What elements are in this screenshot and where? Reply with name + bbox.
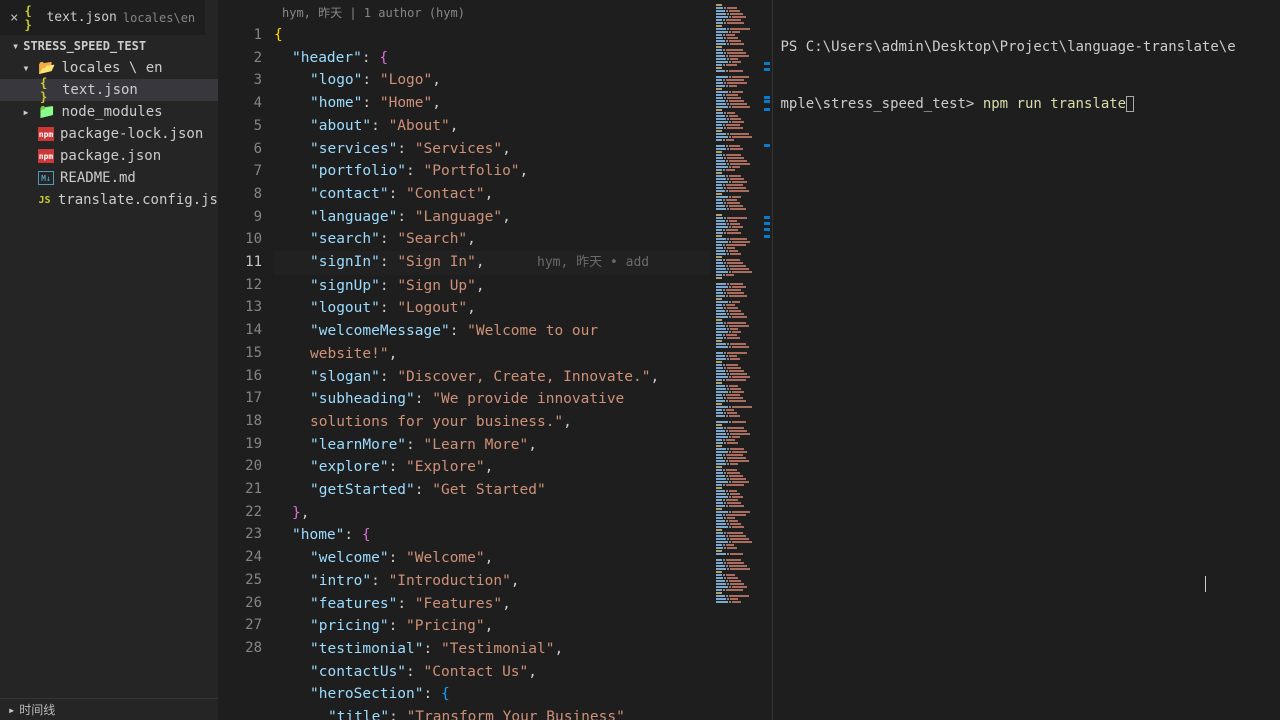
tree-file-package[interactable]: npm package.json [0, 145, 218, 167]
minimap[interactable] [710, 0, 758, 720]
cursor-block [1126, 96, 1134, 112]
code-content[interactable]: {"header": {"logo": "Logo","home": "Home… [274, 24, 710, 720]
tab-filename: text.json [46, 10, 116, 25]
chevron-right-icon [8, 703, 15, 717]
chevron-down-icon [20, 61, 32, 75]
terminal-command: npm run translate [983, 96, 1126, 112]
tree-label: package-lock.json [60, 126, 203, 142]
overview-ruler[interactable] [758, 0, 772, 720]
tree-file-text-json[interactable]: { } text.json [0, 79, 218, 101]
editor-tab[interactable]: × { } text.json locales\en [0, 0, 205, 35]
tree-file-translate-config[interactable]: JS translate.config.js [0, 189, 218, 211]
gutter: 1234567891011121314151617181920212223242… [218, 24, 274, 720]
json-icon: { } [24, 10, 40, 26]
tree-file-readme[interactable]: M↓ README.md [0, 167, 218, 189]
folder-icon: 📂 [38, 60, 55, 76]
chevron-down-icon [12, 39, 19, 53]
codelens-blame[interactable]: hym, 昨天 | 1 author (hym) [218, 0, 710, 24]
tab-bar: × { } text.json locales\en [0, 0, 218, 35]
tree-label: translate.config.js [58, 192, 218, 208]
project-name: STRESS_SPEED_TEST [23, 39, 146, 53]
tree-label: locales \ en [61, 60, 162, 76]
js-icon: JS [37, 193, 52, 207]
caret [1205, 576, 1206, 592]
tree-label: node_modules [61, 104, 162, 120]
tree-folder-node-modules[interactable]: 📁 node_modules [0, 101, 218, 123]
npm-icon: npm [38, 149, 54, 163]
tree-label: package.json [60, 148, 161, 164]
file-tree: 📂 locales \ en { } text.json 📁 node_modu… [0, 57, 218, 211]
sidebar: × { } text.json locales\en STRESS_SPEED_… [0, 0, 218, 720]
tab-breadcrumb: locales\en [123, 11, 195, 25]
npm-icon: npm [38, 127, 54, 141]
chevron-right-icon [20, 105, 32, 119]
folder-icon: 📁 [38, 104, 55, 120]
timeline-label: 时间线 [19, 701, 55, 718]
json-icon: { } [40, 82, 56, 98]
editor: hym, 昨天 | 1 author (hym) 123456789101112… [218, 0, 710, 720]
terminal[interactable]: PS C:\Users\admin\Desktop\Project\langua… [772, 0, 1280, 720]
close-icon[interactable]: × [10, 10, 18, 26]
timeline-panel[interactable]: 时间线 [0, 698, 218, 720]
tree-label: README.md [60, 170, 136, 186]
terminal-line: PS C:\Users\admin\Desktop\Project\langua… [781, 39, 1236, 55]
tree-file-package-lock[interactable]: npm package-lock.json [0, 123, 218, 145]
markdown-icon: M↓ [38, 171, 54, 185]
tree-label: text.json [62, 82, 138, 98]
tree-folder-locales-en[interactable]: 📂 locales \ en [0, 57, 218, 79]
project-header[interactable]: STRESS_SPEED_TEST [0, 35, 218, 57]
